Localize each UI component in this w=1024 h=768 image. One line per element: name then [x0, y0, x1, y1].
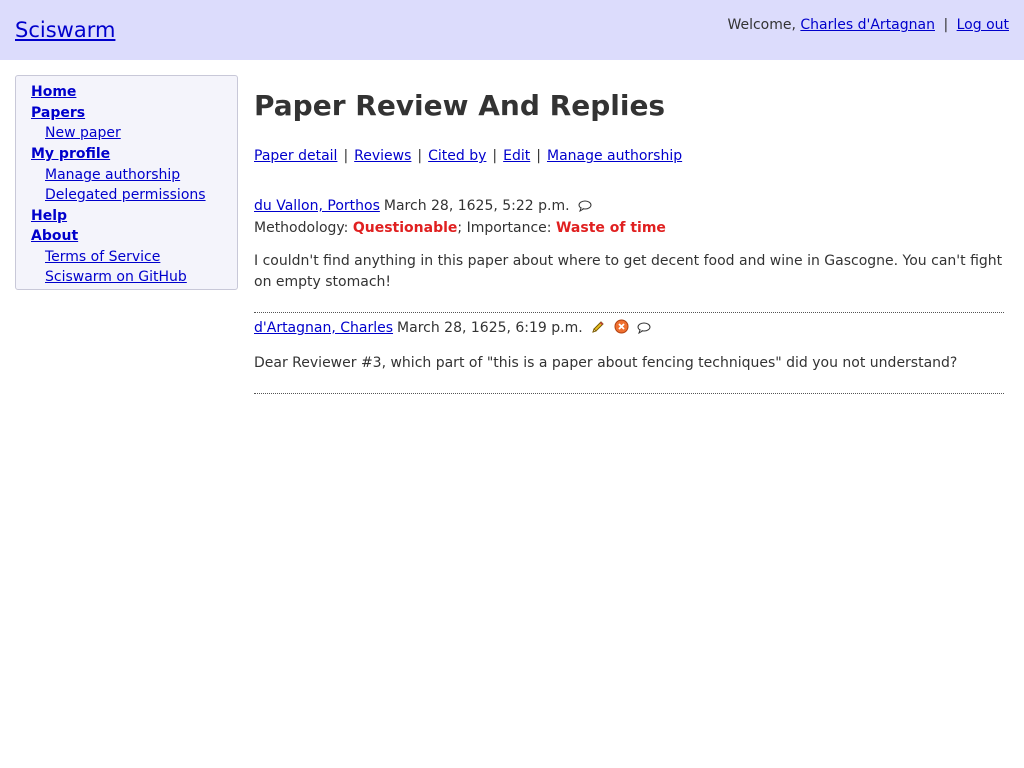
sidebar-nav: Home Papers New paper My profile Manage … — [15, 75, 238, 290]
welcome-text: Welcome, — [727, 17, 796, 33]
tab-separator: | — [343, 148, 349, 164]
reply-entry: d'Artagnan, Charles March 28, 1625, 6:19 … — [254, 319, 1004, 374]
review-author-link[interactable]: du Vallon, Porthos — [254, 198, 380, 214]
site-header: Sciswarm Welcome, Charles d'Artagnan | L… — [0, 0, 1024, 60]
tab-cited-by[interactable]: Cited by — [428, 148, 486, 164]
review-ratings: Methodology: Questionable; Importance: W… — [254, 219, 1004, 237]
review-date: March 28, 1625, 5:22 p.m. — [383, 198, 570, 214]
review-entry: du Vallon, Porthos March 28, 1625, 5:22 p… — [254, 197, 1004, 293]
review-text: I couldn't find anything in this paper a… — [254, 253, 1003, 290]
pencil-icon[interactable] — [591, 320, 605, 339]
sidebar-item-papers[interactable]: Papers — [31, 104, 85, 122]
reply-date: March 28, 1625, 6:19 p.m. — [397, 320, 583, 336]
user-profile-link[interactable]: Charles d'Artagnan — [800, 17, 935, 33]
logout-link[interactable]: Log out — [957, 17, 1009, 33]
sidebar-item-manage-authorship[interactable]: Manage authorship — [45, 166, 180, 184]
delete-icon[interactable] — [614, 319, 629, 339]
tab-paper-detail[interactable]: Paper detail — [254, 148, 337, 164]
review-meta: du Vallon, Porthos March 28, 1625, 5:22 p… — [254, 197, 1004, 217]
sidebar-item-my-profile[interactable]: My profile — [31, 145, 110, 163]
reply-meta: d'Artagnan, Charles March 28, 1625, 6:19 … — [254, 319, 1004, 339]
sidebar-item-sciswarm-github[interactable]: Sciswarm on GitHub — [45, 268, 187, 286]
page-title: Paper Review And Replies — [254, 89, 666, 122]
site-title-link[interactable]: Sciswarm — [15, 17, 115, 43]
paper-tabs: Paper detail | Reviews | Cited by | Edit | Manag… — [254, 147, 682, 165]
header-separator: | — [943, 17, 949, 33]
reply-author-link[interactable]: d'Artagnan, Charles — [254, 320, 393, 336]
tab-separator: | — [536, 148, 541, 164]
importance-value: Waste of time — [555, 220, 666, 236]
tab-edit[interactable]: Edit — [503, 148, 530, 164]
methodology-value: Questionable — [352, 220, 458, 236]
sidebar-item-delegated-permissions[interactable]: Delegated permissions — [45, 186, 206, 204]
sidebar-item-new-paper[interactable]: New paper — [45, 124, 121, 142]
tab-reviews[interactable]: Reviews — [354, 148, 411, 164]
entry-divider — [254, 312, 1004, 313]
sidebar-item-help[interactable]: Help — [31, 207, 67, 225]
tab-separator: | — [417, 148, 423, 164]
sidebar-item-about[interactable]: About — [31, 227, 78, 245]
speech-bubble-icon[interactable] — [637, 321, 651, 339]
user-bar: Welcome, Charles d'Artagnan | Log out — [727, 16, 1009, 34]
tab-separator: | — [492, 148, 498, 164]
sidebar-item-terms-of-service[interactable]: Terms of Service — [45, 248, 160, 266]
tab-manage-authorship[interactable]: Manage authorship — [547, 148, 682, 164]
speech-bubble-icon[interactable] — [578, 199, 592, 217]
importance-label: ; Importance: — [457, 220, 552, 236]
reply-text: Dear Reviewer #3, which part of "this is… — [254, 355, 958, 371]
methodology-label: Methodology: — [254, 220, 349, 236]
entry-divider — [254, 393, 1004, 394]
sidebar-item-home[interactable]: Home — [31, 83, 76, 101]
